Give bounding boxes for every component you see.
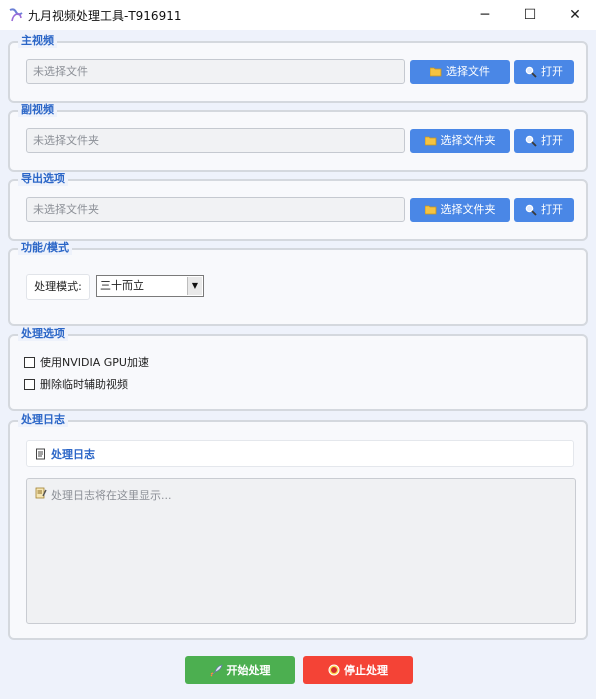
main-video-path-input[interactable]: 未选择文件 (26, 59, 405, 84)
main-video-select-button[interactable]: 选择文件 (410, 60, 510, 84)
log-legend: 处理日志 (18, 413, 68, 427)
start-button-label: 开始处理 (226, 664, 271, 677)
maximize-button[interactable]: ☐ (507, 0, 553, 30)
main-video-open-button[interactable]: 打开 (514, 60, 574, 84)
magnifier-icon (525, 135, 537, 147)
main-video-legend: 主视频 (18, 34, 57, 48)
folder-icon (424, 136, 437, 146)
gpu-checkbox-box[interactable] (24, 356, 35, 368)
export-path-input[interactable]: 未选择文件夹 (26, 197, 405, 222)
close-icon: ✕ (569, 7, 581, 23)
window-title: 九月视频处理工具-T916911 (28, 9, 182, 23)
maximize-icon: ☐ (523, 7, 537, 23)
function-mode-legend: 功能/模式 (18, 241, 73, 255)
stop-button[interactable]: 停止处理 (303, 656, 413, 684)
chevron-down-icon: ▼ (187, 277, 202, 295)
mode-label: 处理模式: (26, 274, 90, 300)
sub-video-open-label: 打开 (541, 134, 563, 147)
gpu-checkbox-label: 使用NVIDIA GPU加速 (40, 356, 149, 369)
magnifier-icon (525, 204, 537, 216)
minimize-icon: ─ (480, 7, 490, 23)
document-icon (35, 448, 47, 460)
log-textarea[interactable]: 处理日志将在这里显示... (26, 478, 576, 624)
rocket-icon (210, 663, 223, 677)
sub-video-legend: 副视频 (18, 103, 57, 117)
mode-select-value: 三十而立 (100, 279, 144, 292)
main-video-select-label: 选择文件 (446, 65, 490, 78)
stop-icon (328, 664, 340, 676)
log-group: 处理日志 处理日志 处理日志将在这里显示... (8, 413, 588, 640)
export-legend: 导出选项 (18, 172, 68, 186)
sub-video-path-input[interactable]: 未选择文件夹 (26, 128, 405, 153)
start-button[interactable]: 开始处理 (185, 656, 295, 684)
log-header: 处理日志 (26, 440, 574, 467)
export-open-label: 打开 (541, 203, 563, 216)
delete-temp-checkbox[interactable]: 删除临时辅助视频 (24, 376, 128, 392)
export-open-button[interactable]: 打开 (514, 198, 574, 222)
export-select-label: 选择文件夹 (440, 203, 496, 216)
close-button[interactable]: ✕ (552, 0, 596, 30)
minimize-button[interactable]: ─ (462, 0, 508, 30)
main-video-open-label: 打开 (541, 65, 563, 78)
sub-video-group: 副视频 未选择文件夹 选择文件夹 打开 (8, 103, 588, 172)
sub-video-select-label: 选择文件夹 (440, 134, 496, 147)
folder-icon (424, 205, 437, 215)
gpu-checkbox[interactable]: 使用NVIDIA GPU加速 (24, 354, 149, 370)
delete-temp-checkbox-label: 删除临时辅助视频 (40, 378, 128, 391)
log-header-label: 处理日志 (51, 447, 95, 461)
mode-select[interactable]: 三十而立 ▼ (96, 275, 204, 297)
sub-video-open-button[interactable]: 打开 (514, 129, 574, 153)
magnifier-icon (525, 66, 537, 78)
app-logo-icon (8, 7, 24, 23)
processing-options-legend: 处理选项 (18, 327, 68, 341)
title-bar: 九月视频处理工具-T916911 ─ ☐ ✕ (0, 0, 596, 30)
log-placeholder: 处理日志将在这里显示... (51, 489, 172, 502)
processing-options-group: 处理选项 使用NVIDIA GPU加速 删除临时辅助视频 (8, 327, 588, 411)
export-select-button[interactable]: 选择文件夹 (410, 198, 510, 222)
folder-icon (430, 67, 442, 77)
function-mode-group: 功能/模式 处理模式: 三十而立 ▼ (8, 241, 588, 326)
stop-button-label: 停止处理 (344, 664, 388, 677)
memo-icon (35, 487, 47, 499)
export-group: 导出选项 未选择文件夹 选择文件夹 打开 (8, 172, 588, 241)
delete-temp-checkbox-box[interactable] (24, 378, 35, 390)
main-video-group: 主视频 未选择文件 选择文件 打开 (8, 34, 588, 103)
sub-video-select-button[interactable]: 选择文件夹 (410, 129, 510, 153)
